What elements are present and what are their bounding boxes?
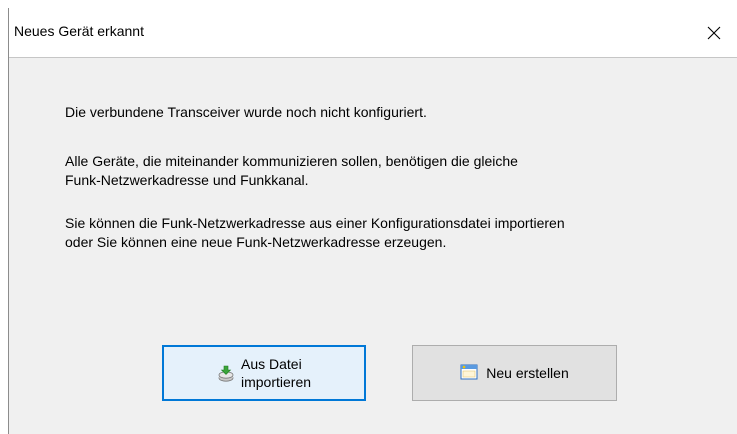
message-not-configured: Die verbundene Transceiver wurde noch ni… (65, 104, 427, 120)
new-button-label: Neu erstellen (486, 365, 569, 381)
dialog-window: Neues Gerät erkannt Die verbundene Trans… (8, 8, 737, 434)
dialog-title: Neues Gerät erkannt (14, 23, 144, 39)
close-button[interactable] (691, 8, 737, 57)
import-disk-icon (217, 365, 235, 386)
message-import-or-create: Sie können die Funk-Netzwerkadresse aus … (65, 215, 565, 250)
import-button-label: Aus Datei importieren (240, 356, 312, 390)
close-icon (707, 26, 721, 39)
title-bar: Neues Gerät erkannt (9, 8, 737, 58)
import-from-file-button[interactable]: Aus Datei importieren (162, 345, 366, 401)
message-same-address: Alle Geräte, die miteinander kommunizier… (65, 153, 518, 188)
create-new-button[interactable]: Neu erstellen (412, 345, 617, 401)
new-window-icon (460, 364, 478, 383)
